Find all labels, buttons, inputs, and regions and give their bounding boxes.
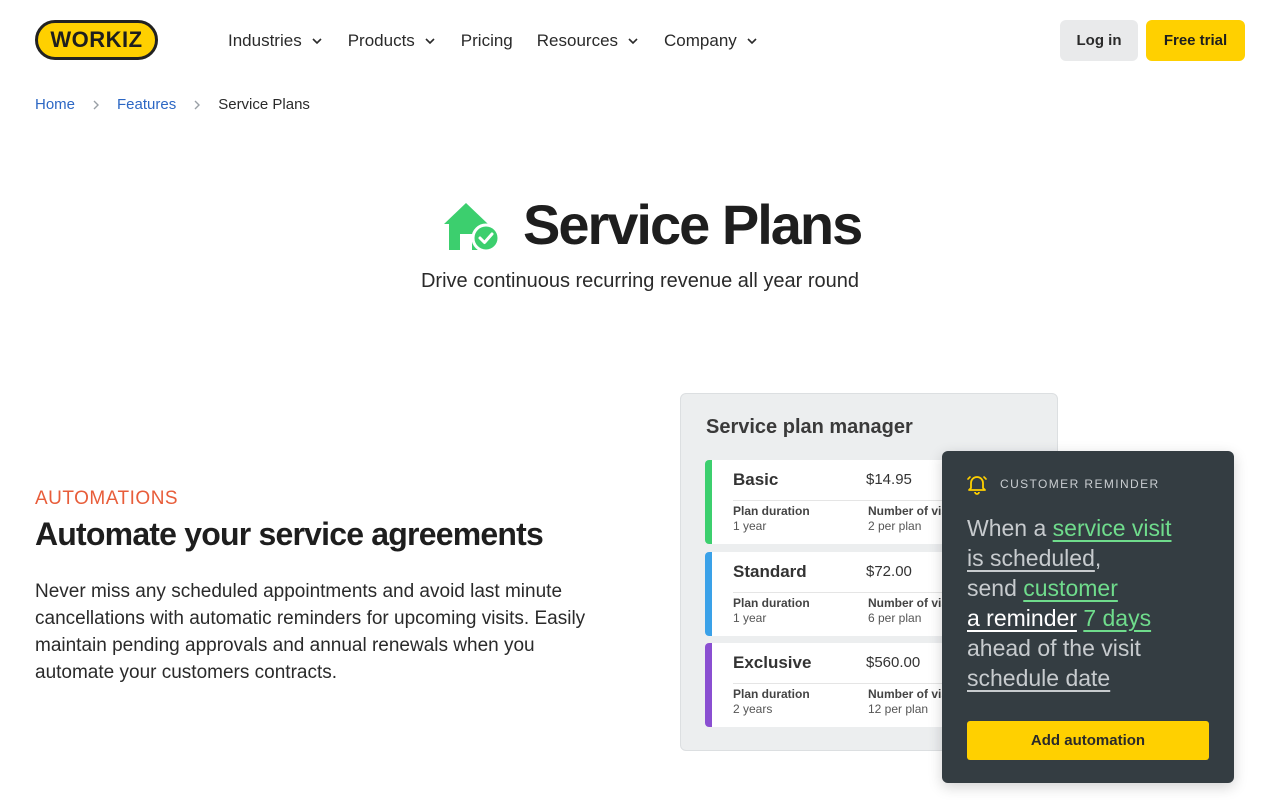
page-subtitle: Drive continuous recurring revenue all y… — [420, 270, 859, 292]
nav-company[interactable]: Company — [664, 31, 759, 51]
page-title: Service Plans — [523, 193, 863, 256]
plan-name: Exclusive — [733, 653, 812, 672]
plan-name: Standard — [733, 562, 807, 581]
login-button[interactable]: Log in — [1060, 20, 1138, 61]
offset-days[interactable]: 7 days — [1083, 605, 1151, 631]
logo-text: WORKIZ — [50, 27, 143, 52]
site-header: WORKIZ Industries Products Pricing Resou… — [0, 0, 1280, 80]
breadcrumb-features-link[interactable]: Features — [117, 96, 176, 113]
nav-industries[interactable]: Industries — [228, 31, 324, 51]
reminder-comma: , — [1094, 545, 1102, 571]
reminder-heading-text: CUSTOMER REMINDER — [1000, 477, 1160, 491]
plan-duration-label: Plan duration — [733, 687, 810, 701]
trigger-service-visit[interactable]: service visit — [1053, 515, 1172, 541]
chevron-down-icon — [312, 38, 322, 45]
nav-label: Products — [347, 31, 415, 50]
chevron-down-icon — [747, 38, 757, 45]
action-reminder[interactable]: a reminder — [967, 605, 1077, 631]
breadcrumb: Home Features Service Plans — [35, 96, 310, 113]
plan-visits-value: 2 per plan — [868, 519, 922, 533]
section-eyebrow: AUTOMATIONS — [35, 488, 179, 509]
trigger-status[interactable]: is scheduled — [967, 545, 1095, 571]
reminder-text: send — [967, 575, 1017, 601]
plan-price: $560.00 — [866, 654, 921, 671]
main-nav: Industries Products Pricing Resources Co… — [228, 28, 783, 54]
house-check-icon — [444, 203, 500, 253]
reminder-heading: CUSTOMER REMINDER — [966, 473, 1160, 495]
free-trial-button[interactable]: Free trial — [1146, 20, 1245, 61]
plan-duration-value: 1 year — [733, 519, 767, 533]
nav-resources[interactable]: Resources — [537, 31, 640, 51]
plan-visits-value: 6 per plan — [868, 611, 922, 625]
reminder-sentence: When a service visit is scheduled, send … — [967, 513, 1217, 693]
recipient-customer[interactable]: customer — [1023, 575, 1118, 601]
workiz-logo[interactable]: WORKIZ — [35, 20, 158, 60]
add-automation-button[interactable]: Add automation — [967, 721, 1209, 760]
section-body: Never miss any scheduled appointments an… — [35, 581, 586, 683]
plan-color-bar — [705, 552, 712, 636]
plan-price: $14.95 — [866, 471, 912, 488]
plan-color-bar — [705, 643, 712, 727]
nav-label: Company — [664, 31, 737, 50]
plan-duration-value: 1 year — [733, 611, 767, 625]
nav-label: Pricing — [460, 31, 513, 50]
plan-color-bar — [705, 460, 712, 544]
plan-name: Basic — [733, 470, 779, 489]
chevron-down-icon — [425, 38, 435, 45]
plan-duration-value: 2 years — [733, 702, 773, 716]
nav-products[interactable]: Products — [348, 31, 437, 51]
plan-duration-label: Plan duration — [733, 596, 810, 610]
plan-duration-label: Plan duration — [733, 504, 810, 518]
section-title: Automate your service agreements — [35, 516, 544, 552]
plan-visits-value: 12 per plan — [868, 702, 929, 716]
customer-reminder-card: CUSTOMER REMINDER When a service visit i… — [942, 451, 1234, 783]
plan-manager-title: Service plan manager — [706, 416, 913, 438]
chevron-down-icon — [628, 38, 638, 45]
nav-label: Resources — [536, 31, 619, 50]
chevron-right-icon — [93, 100, 100, 109]
breadcrumb-home-link[interactable]: Home — [35, 96, 75, 113]
chevron-right-icon — [194, 100, 201, 109]
nav-pricing[interactable]: Pricing — [461, 31, 513, 51]
nav-label: Industries — [228, 31, 302, 50]
reminder-text: When a — [967, 515, 1047, 541]
reminder-text: ahead of the visit — [967, 635, 1141, 661]
bell-icon — [967, 476, 987, 495]
breadcrumb-current: Service Plans — [218, 96, 310, 113]
reference-date[interactable]: schedule date — [967, 665, 1110, 691]
plan-price: $72.00 — [866, 563, 912, 580]
